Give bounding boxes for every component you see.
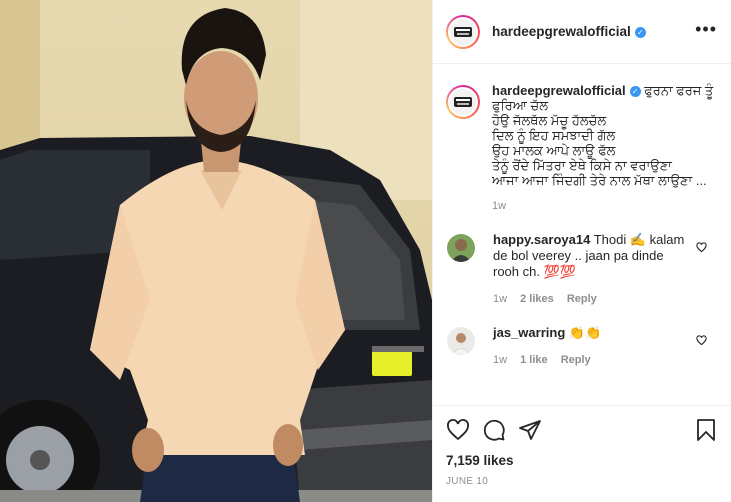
username[interactable]: hardeepgrewalofficial <box>492 24 631 39</box>
post-photo[interactable] <box>0 0 432 502</box>
comment-text: 👏👏 <box>568 325 602 340</box>
caption-text: ਫੁਰਨਾ ਫਰਜ ਤੂੰ ਫੁਰਿਆ ਚੱਲ ਹੋਉ ਜੱਲਥੱਲ ਮੱਚੂ … <box>492 83 714 188</box>
caption-avatar[interactable] <box>446 85 480 119</box>
caption-username[interactable]: hardeepgrewalofficial <box>492 83 626 98</box>
comment-icon[interactable] <box>482 418 506 442</box>
post-header: hardeepgrewalofficial ✓ ••• <box>433 0 731 64</box>
verified-badge-icon: ✓ <box>634 27 646 38</box>
post-actions: 7,159 likes JUNE 10 <box>433 405 731 487</box>
comment-time[interactable]: 1w <box>493 293 507 305</box>
comments-list[interactable]: hardeepgrewalofficial ✓ ਫੁਰਨਾ ਫਰਜ ਤੂੰ ਫੁਰ… <box>433 65 731 405</box>
comment-likes[interactable]: 1 like <box>520 354 548 366</box>
comment-item: jas_warring 👏👏 1w 1 like Reply <box>433 325 731 368</box>
caption: hardeepgrewalofficial ✓ ਫੁਰਨਾ ਫਰਜ ਤੂੰ ਫੁਰ… <box>433 65 731 214</box>
comment-username[interactable]: jas_warring <box>493 325 565 340</box>
caption-timestamp[interactable]: 1w <box>492 199 713 214</box>
profile-logo-icon <box>450 18 476 45</box>
post-image <box>0 0 432 502</box>
likes-count[interactable]: 7,159 likes <box>446 453 717 468</box>
comment-meta: 1w 2 likes Reply <box>493 291 693 307</box>
avatar[interactable] <box>446 14 480 49</box>
commenter-avatar[interactable] <box>447 327 475 355</box>
comment-like-heart-icon[interactable] <box>696 242 707 256</box>
comment-likes[interactable]: 2 likes <box>520 293 554 305</box>
comment-username[interactable]: happy.saroya14 <box>493 232 590 247</box>
reply-button[interactable]: Reply <box>561 354 591 366</box>
post-date[interactable]: JUNE 10 <box>446 476 717 487</box>
comment-like-heart-icon[interactable] <box>696 335 707 349</box>
share-icon[interactable] <box>518 418 542 442</box>
comment-item: happy.saroya14 Thodi ✍️ kalam de bol vee… <box>433 232 731 307</box>
reply-button[interactable]: Reply <box>567 293 597 305</box>
instagram-post: hardeepgrewalofficial ✓ ••• hardeepgrewal… <box>0 0 731 502</box>
verified-badge-icon: ✓ <box>629 86 641 97</box>
comment-meta: 1w 1 like Reply <box>493 352 693 368</box>
username-link[interactable]: hardeepgrewalofficial ✓ <box>492 24 646 39</box>
commenter-avatar[interactable] <box>447 234 475 262</box>
post-sidebar: hardeepgrewalofficial ✓ ••• hardeepgrewal… <box>432 0 731 502</box>
more-options-icon[interactable]: ••• <box>695 20 717 40</box>
comment-time[interactable]: 1w <box>493 354 507 366</box>
heart-icon[interactable] <box>446 418 470 442</box>
action-bar <box>446 417 717 443</box>
bookmark-icon[interactable] <box>695 418 717 442</box>
profile-logo-icon <box>450 89 476 115</box>
